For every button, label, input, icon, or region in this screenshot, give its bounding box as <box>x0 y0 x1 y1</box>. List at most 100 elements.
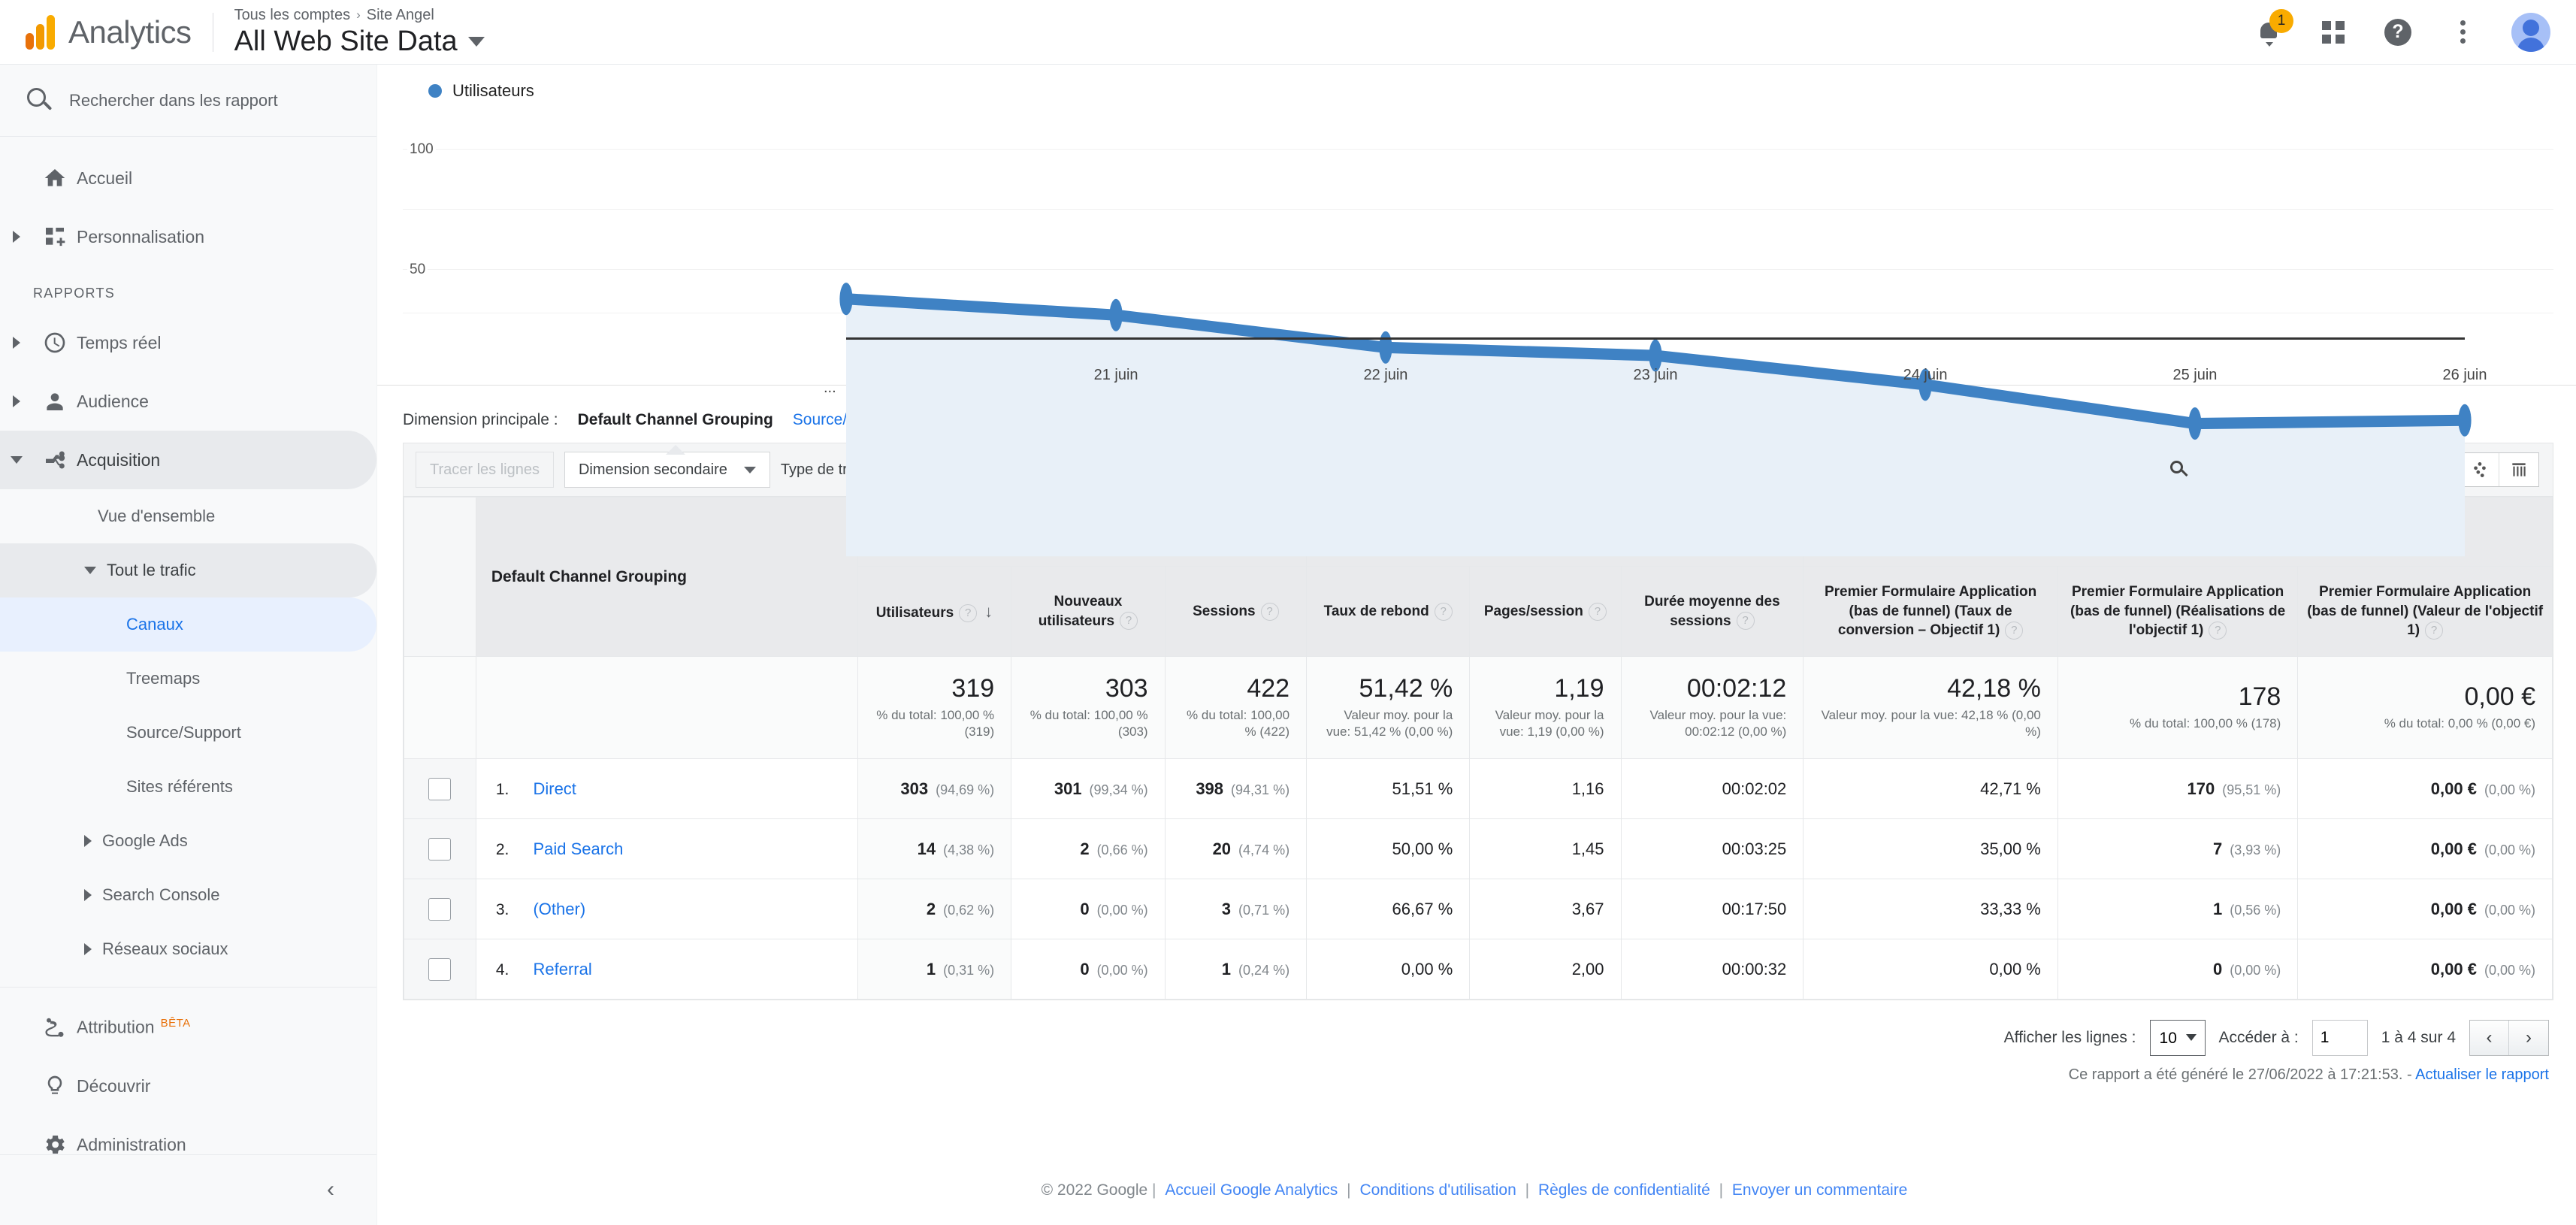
row-checkbox-cell[interactable] <box>404 759 476 819</box>
help-icon[interactable]: ? <box>1589 603 1607 621</box>
sidebar-item-audience[interactable]: Audience <box>0 372 376 431</box>
cell-new-users: 2(0,66 %) <box>1011 819 1165 879</box>
summary-avg-session-duration: 00:02:12 Valeur moy. pour la vue: 00:02:… <box>1621 657 1804 759</box>
chart-plot-area: 100 50 <box>403 113 2553 361</box>
row-checkbox[interactable] <box>428 838 451 861</box>
sidebar-item-personalisation[interactable]: Personnalisation <box>0 207 376 266</box>
select-all-cell <box>404 498 476 657</box>
sidebar-item-source-medium[interactable]: Source/Support <box>0 706 376 760</box>
rows-per-page-select[interactable]: 10 <box>2150 1020 2206 1056</box>
refresh-report-link[interactable]: Actualiser le rapport <box>2415 1066 2549 1083</box>
help-icon[interactable]: ? <box>1261 603 1279 621</box>
row-index: 1. <box>496 781 509 798</box>
breadcrumb-account[interactable]: Tous les comptes <box>234 7 351 24</box>
x-tick-label: 25 juin <box>2172 367 2217 384</box>
chevron-left-icon: ‹ <box>327 1177 334 1202</box>
sidebar-item-social[interactable]: Réseaux sociaux <box>0 922 376 976</box>
footer-link-home[interactable]: Accueil Google Analytics <box>1165 1181 1338 1199</box>
secondary-dimension-button[interactable]: Dimension secondaire <box>564 452 770 488</box>
sidebar-item-label: Acquisition <box>77 450 160 470</box>
sidebar-item-label: Temps réel <box>77 333 161 353</box>
footer-link-terms[interactable]: Conditions d'utilisation <box>1359 1181 1516 1199</box>
sidebar-search[interactable] <box>0 65 376 137</box>
notifications-button[interactable]: 1 <box>2253 17 2284 48</box>
sidebar-item-google-ads[interactable]: Google Ads <box>0 814 376 868</box>
row-checkbox[interactable] <box>428 898 451 921</box>
row-link[interactable]: Direct <box>533 779 576 798</box>
cell-users: 14(4,38 %) <box>857 819 1011 879</box>
page-footer: © 2022 Google | Accueil Google Analytics… <box>377 1159 2576 1225</box>
sidebar-item-discover[interactable]: Découvrir <box>0 1057 376 1115</box>
sidebar-item-all-traffic[interactable]: Tout le trafic <box>0 543 376 597</box>
row-checkbox-cell[interactable] <box>404 939 476 1000</box>
chevron-down-icon <box>744 467 756 473</box>
help-icon[interactable]: ? <box>2005 622 2023 640</box>
footer-link-feedback[interactable]: Envoyer un commentaire <box>1732 1181 1907 1199</box>
sidebar-item-referrals[interactable]: Sites référents <box>0 760 376 814</box>
apps-button[interactable] <box>2317 17 2349 48</box>
help-icon[interactable]: ? <box>1435 603 1453 621</box>
performance-view-icon[interactable] <box>2499 453 2538 486</box>
avatar[interactable] <box>2511 13 2550 52</box>
next-page-button[interactable]: › <box>2509 1021 2548 1055</box>
y-tick-label: 100 <box>407 141 436 158</box>
sidebar-item-realtime[interactable]: Temps réel <box>0 313 376 372</box>
breadcrumb-property[interactable]: Site Angel <box>367 7 434 24</box>
row-link[interactable]: Paid Search <box>533 839 623 858</box>
table-row[interactable]: 1. Direct 303(94,69 %) 301(99,34 %) 398(… <box>404 759 2553 819</box>
divider: | <box>1152 1181 1156 1199</box>
help-icon[interactable]: ? <box>2425 622 2443 640</box>
table-row[interactable]: 2. Paid Search 14(4,38 %) 2(0,66 %) 20(4… <box>404 819 2553 879</box>
collapse-arrow-icon <box>84 567 96 574</box>
sidebar-item-treemaps[interactable]: Treemaps <box>0 652 376 706</box>
help-icon[interactable]: ? <box>1737 612 1755 630</box>
previous-page-button[interactable]: ‹ <box>2470 1021 2509 1055</box>
summary-value: 0,00 € <box>2314 683 2535 711</box>
more-options-button[interactable] <box>2447 17 2478 48</box>
sidebar-item-acquisition[interactable]: Acquisition <box>0 431 376 489</box>
row-checkbox[interactable] <box>428 778 451 800</box>
row-checkbox-cell[interactable] <box>404 879 476 939</box>
row-link[interactable]: (Other) <box>533 900 585 918</box>
footer-link-privacy[interactable]: Règles de confidentialité <box>1538 1181 1710 1199</box>
cell-goal-conversion-rate: 33,33 % <box>1804 879 2058 939</box>
divider: | <box>1525 1181 1529 1199</box>
sidebar-item-channels[interactable]: Canaux <box>0 597 376 652</box>
help-icon[interactable]: ? <box>2209 622 2227 640</box>
expand-arrow-icon <box>0 395 33 407</box>
sidebar-collapse-bar[interactable]: ‹ <box>0 1154 376 1225</box>
cell-sessions: 20(4,74 %) <box>1165 819 1306 879</box>
sidebar-item-admin[interactable]: Administration <box>0 1115 376 1154</box>
cell-goal-value: 0,00 €(0,00 %) <box>2298 939 2553 1000</box>
sidebar-item-home[interactable]: Accueil <box>0 149 376 207</box>
summary-value: 00:02:12 <box>1638 675 1787 703</box>
dimension-group-header: Default Channel Grouping <box>476 498 857 657</box>
pivot-view-icon[interactable] <box>2460 453 2499 486</box>
x-axis-line <box>846 337 2465 340</box>
goto-page-input[interactable] <box>2312 1020 2368 1056</box>
dimension-tab-default-channel-grouping[interactable]: Default Channel Grouping <box>578 411 773 429</box>
help-button[interactable]: ? <box>2382 17 2414 48</box>
summary-sessions: 422 % du total: 100,00 % (422) <box>1165 657 1306 759</box>
plot-rows-button[interactable]: Tracer les lignes <box>416 452 554 488</box>
row-checkbox-cell[interactable] <box>404 819 476 879</box>
help-icon[interactable]: ? <box>959 604 977 622</box>
lightbulb-icon <box>33 1074 77 1098</box>
x-tick-label: 21 juin <box>1094 367 1138 384</box>
acquisition-icon <box>33 448 77 472</box>
sidebar-item-attribution[interactable]: AttributionBÊTA <box>0 998 376 1057</box>
table-row[interactable]: 3. (Other) 2(0,62 %) 0(0,00 %) 3(0,71 %)… <box>404 879 2553 939</box>
search-input[interactable] <box>69 91 351 110</box>
sidebar-item-search-console[interactable]: Search Console <box>0 868 376 922</box>
sidebar-item-overview[interactable]: Vue d'ensemble <box>0 489 376 543</box>
row-checkbox[interactable] <box>428 958 451 981</box>
row-link[interactable]: Referral <box>533 960 591 978</box>
clock-icon <box>33 331 77 355</box>
help-icon[interactable]: ? <box>1120 612 1138 630</box>
summary-goal-conversion-rate: 42,18 % Valeur moy. pour la vue: 42,18 %… <box>1804 657 2058 759</box>
divider <box>0 987 376 988</box>
summary-note: % du total: 100,00 % (303) <box>1028 707 1147 740</box>
view-selector[interactable]: All Web Site Data <box>234 26 485 58</box>
table-row[interactable]: 4. Referral 1(0,31 %) 0(0,00 %) 1(0,24 %… <box>404 939 2553 1000</box>
rows-per-page-label: Afficher les lignes : <box>2004 1029 2136 1047</box>
